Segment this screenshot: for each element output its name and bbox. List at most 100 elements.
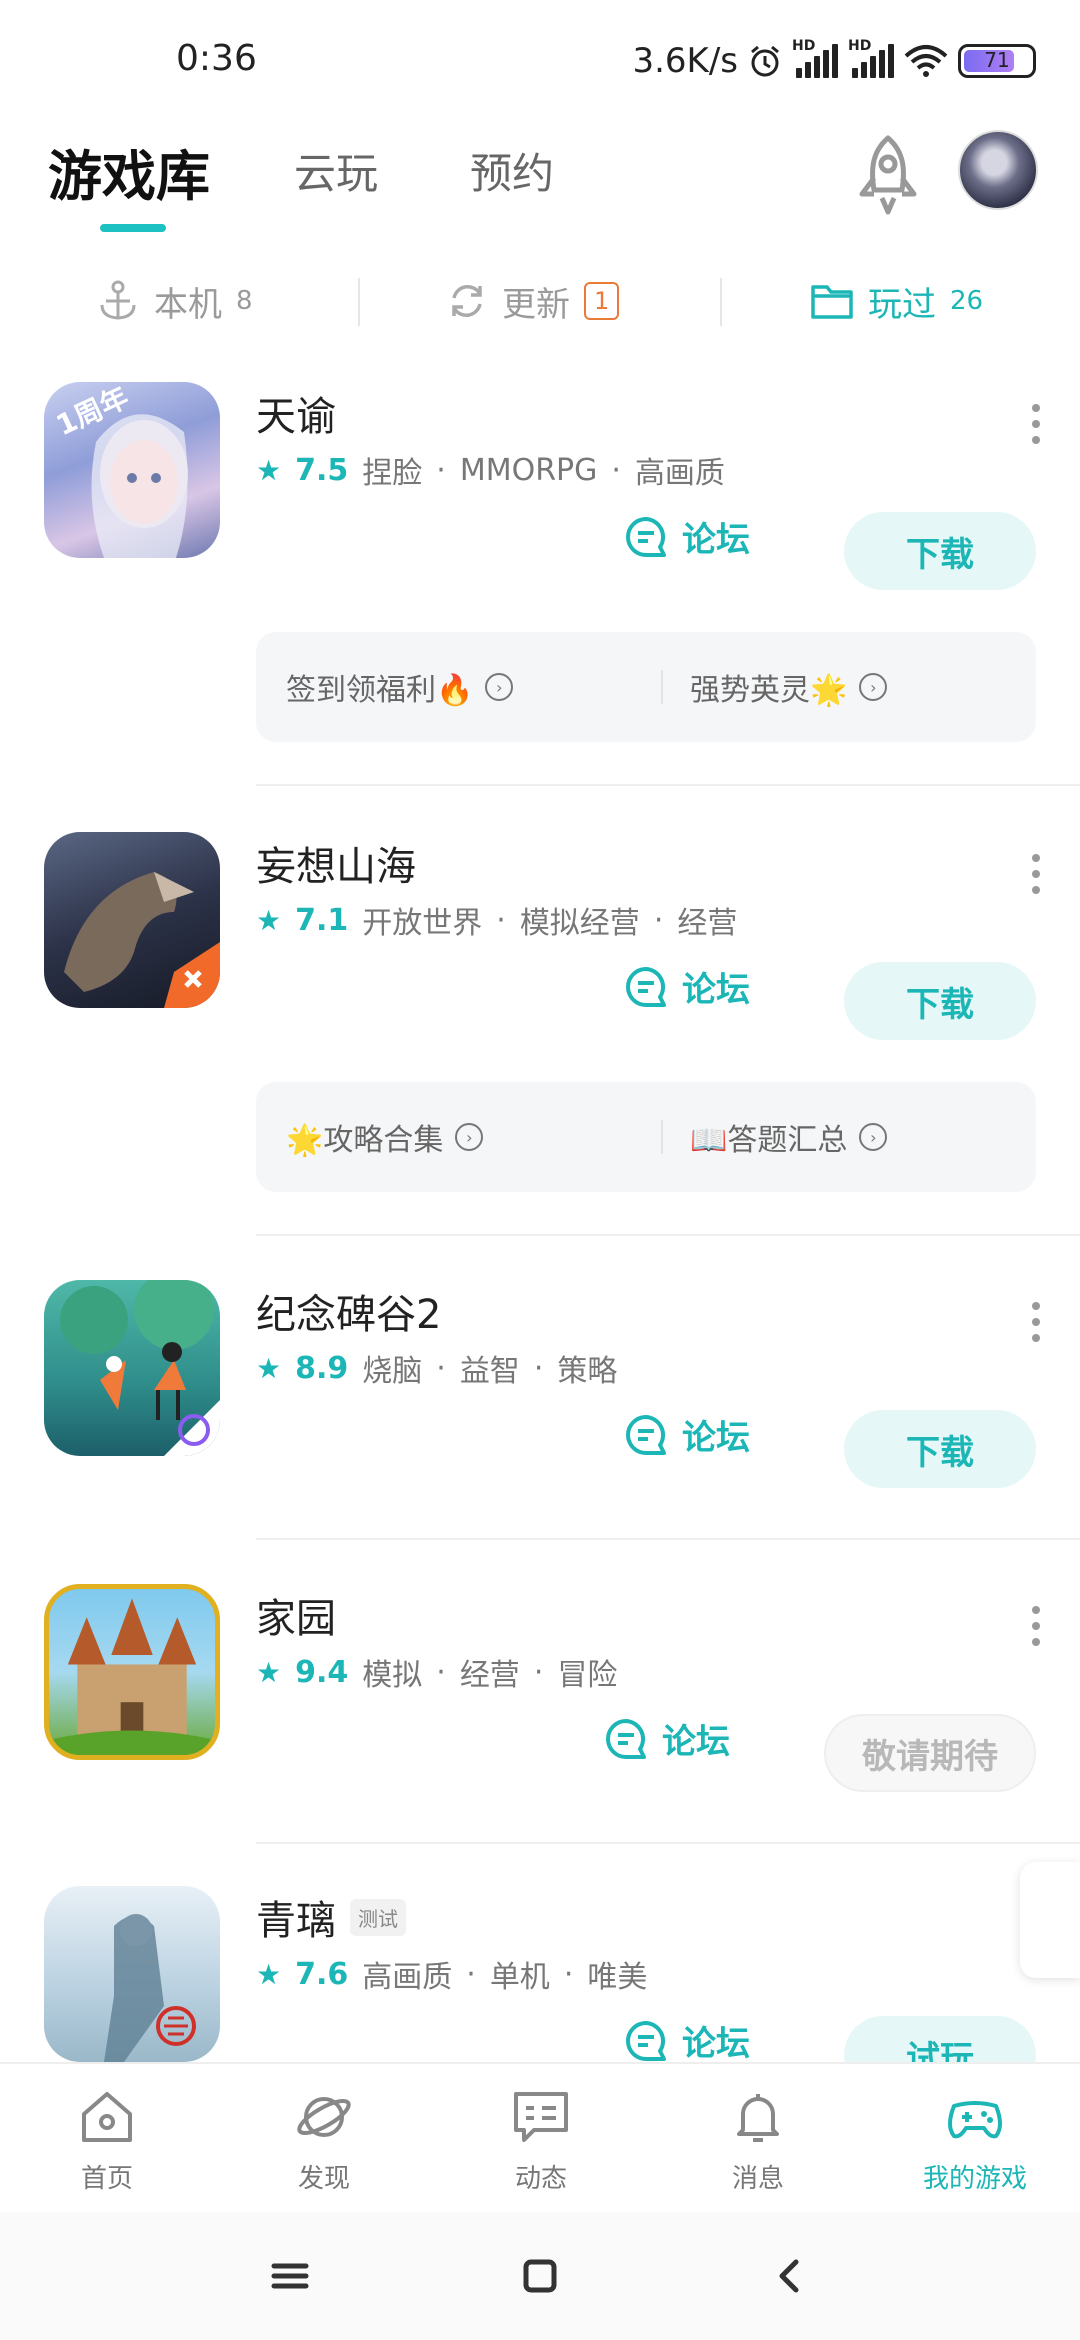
nav-feed[interactable]: 动态: [466, 2086, 616, 2195]
rocket-icon[interactable]: [852, 132, 924, 220]
nav-discover-label: 发现: [297, 2164, 350, 2194]
forum-button[interactable]: 论坛: [604, 1714, 730, 1763]
forum-button[interactable]: 论坛: [624, 512, 750, 561]
game-icon[interactable]: [44, 1886, 220, 2062]
list-divider: [256, 1234, 1080, 1236]
filter-local[interactable]: 本机 8: [96, 266, 253, 336]
game-item[interactable]: 家园 ★ 9.4 模拟 · 经营 · 冒险 论坛 敬请期待: [0, 1584, 1080, 1814]
star-icon: ★: [256, 903, 282, 937]
game-item[interactable]: 妄想山海 ★ 7.1 开放世界 · 模拟经营 · 经营 论坛 下载 🌟攻略合集 › 📖…: [0, 832, 1080, 1222]
filter-played-count: 26: [950, 286, 984, 316]
tab-cloud-play[interactable]: 云玩: [294, 140, 378, 201]
game-icon[interactable]: [44, 1280, 220, 1456]
game-tag: 开放世界: [362, 906, 483, 941]
bottom-navigation: 首页 发现 动态 消息 我的游戏: [0, 2062, 1080, 2212]
game-tag: 冒险: [557, 1658, 618, 1693]
promo-text: 签到领福利🔥: [286, 673, 474, 708]
nav-my-games[interactable]: 我的游戏: [900, 2086, 1050, 2195]
game-icon[interactable]: [44, 1584, 220, 1760]
nav-home-label: 首页: [80, 2164, 133, 2194]
tab-reservation[interactable]: 预约: [470, 140, 554, 201]
game-icon[interactable]: [44, 832, 220, 1008]
promo-link[interactable]: 签到领福利🔥 ›: [286, 632, 514, 742]
game-name: 家园: [256, 1586, 336, 1644]
nav-feed-label: 动态: [514, 2164, 567, 2194]
more-options-icon[interactable]: [1032, 1302, 1040, 1342]
game-score: 8.9: [295, 1350, 349, 1386]
promo-bar: 🌟攻略合集 › 📖答题汇总 ›: [256, 1082, 1036, 1192]
promo-divider: [661, 1120, 663, 1154]
chat-icon: [606, 1718, 646, 1759]
filter-local-label: 本机: [154, 284, 222, 325]
game-item[interactable]: 纪念碑谷2 ★ 8.9 烧脑 · 益智 · 策略 论坛 下载: [0, 1280, 1080, 1510]
back-icon[interactable]: [766, 2252, 814, 2300]
nav-messages[interactable]: 消息: [683, 2086, 833, 2195]
download-button[interactable]: 下载: [844, 1410, 1036, 1488]
game-score: 9.4: [295, 1654, 349, 1690]
home-icon: [82, 2092, 132, 2142]
game-item[interactable]: 1周年 天谕 ★ 7.5 捏脸 · MMORPG · 高画质 论坛 下载 签到领福利…: [0, 382, 1080, 772]
forum-label: 论坛: [682, 970, 750, 1010]
game-tag: 高画质: [362, 1960, 453, 1995]
trial-button[interactable]: 试玩: [844, 2016, 1036, 2062]
game-tag: 策略: [557, 1354, 618, 1389]
menu-icon[interactable]: [266, 2252, 314, 2300]
top-navigation: 游戏库 云玩 预约: [0, 110, 1080, 240]
game-tag: 经营: [677, 906, 738, 941]
promo-link[interactable]: 强势英灵🌟 ›: [690, 632, 888, 742]
star-icon: ★: [256, 1655, 282, 1689]
alarm-icon: [751, 45, 779, 77]
coming-soon-button[interactable]: 敬请期待: [824, 1714, 1036, 1792]
more-options-icon[interactable]: [1032, 854, 1040, 894]
chat-icon: [626, 966, 666, 1007]
user-avatar[interactable]: [958, 130, 1038, 210]
game-meta: ★ 7.1 开放世界 · 模拟经营 · 经营: [256, 898, 737, 942]
battery-icon: 71: [958, 44, 1036, 78]
promo-divider: [661, 670, 663, 704]
arrow-right-icon: ›: [485, 673, 514, 701]
game-score: 7.6: [295, 1956, 349, 1992]
update-count-badge: 1: [584, 282, 620, 320]
chat-icon: [626, 2020, 666, 2061]
forum-button[interactable]: 论坛: [624, 962, 750, 1011]
more-options-icon[interactable]: [1032, 404, 1040, 444]
promo-link[interactable]: 📖答题汇总 ›: [690, 1082, 888, 1192]
game-tag: 高画质: [634, 456, 725, 491]
game-tag: 经营: [459, 1658, 520, 1693]
forum-button[interactable]: 论坛: [624, 2016, 750, 2062]
arrow-right-icon: ›: [859, 673, 888, 701]
download-button[interactable]: 下载: [844, 512, 1036, 590]
nav-my-games-label: 我的游戏: [922, 2164, 1027, 2194]
game-meta: ★ 8.9 烧脑 · 益智 · 策略: [256, 1346, 617, 1390]
game-tag: 唯美: [587, 1960, 648, 1995]
nav-home[interactable]: 首页: [32, 2086, 182, 2195]
game-name: 天谕: [256, 384, 336, 442]
game-tag: MMORPG: [459, 452, 598, 488]
tab-game-library[interactable]: 游戏库: [48, 132, 210, 211]
game-meta: ★ 9.4 模拟 · 经营 · 冒险: [256, 1650, 617, 1694]
game-title: 天谕: [256, 394, 336, 440]
filter-update[interactable]: 更新 1: [446, 266, 620, 336]
home-square-icon[interactable]: [516, 2252, 564, 2300]
anchor-icon: [100, 280, 136, 320]
game-item[interactable]: 青璃 测试 ★ 7.6 高画质 · 单机 · 唯美 论坛 试玩: [0, 1886, 1080, 2062]
download-button[interactable]: 下载: [844, 962, 1036, 1040]
promo-text: 📖答题汇总: [690, 1123, 848, 1158]
more-options-icon[interactable]: [1032, 1606, 1040, 1646]
test-badge: 测试: [350, 1898, 406, 1936]
game-name: 纪念碑谷2: [256, 1282, 441, 1340]
active-tab-indicator: [100, 224, 166, 232]
game-score: 7.5: [295, 452, 349, 488]
gamepad-icon: [948, 2101, 1002, 2139]
game-tag: 单机: [489, 1960, 550, 1995]
promo-link[interactable]: 🌟攻略合集 ›: [286, 1082, 484, 1192]
filter-played-label: 玩过: [868, 284, 936, 325]
forum-button[interactable]: 论坛: [624, 1410, 750, 1459]
filter-played[interactable]: 玩过 26: [810, 266, 983, 336]
game-meta: ★ 7.5 捏脸 · MMORPG · 高画质: [256, 448, 725, 492]
nav-discover[interactable]: 发现: [249, 2086, 399, 2195]
forum-label: 论坛: [682, 520, 750, 560]
game-icon[interactable]: 1周年: [44, 382, 220, 558]
star-icon: ★: [256, 453, 282, 487]
floating-side-button[interactable]: [1020, 1862, 1080, 1978]
